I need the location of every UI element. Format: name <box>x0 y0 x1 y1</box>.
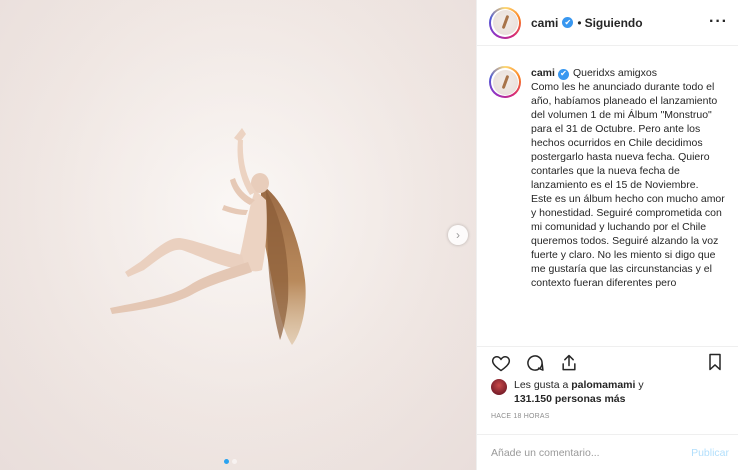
post-side-panel: cami ✔ • Siguiendo ··· cami ✔ Queridxs ami… <box>476 0 738 470</box>
avatar[interactable] <box>489 6 521 39</box>
carousel-dot <box>224 459 229 464</box>
share-icon[interactable] <box>559 353 579 373</box>
floating-figure-illustration <box>0 0 476 470</box>
post-timestamp[interactable]: HACE 18 HORAS <box>491 413 550 420</box>
likes-summary: Les gusta a palomamami y 131.150 persona… <box>491 378 731 406</box>
caption: cami ✔ Queridxs amigxos Como les he anunci… <box>531 66 726 314</box>
verified-badge-icon: ✔ <box>557 68 569 80</box>
post-image[interactable]: › <box>0 0 476 470</box>
more-options-icon[interactable]: ··· <box>709 13 728 31</box>
liker-username[interactable]: palomamami <box>571 379 635 391</box>
caption-avatar[interactable] <box>489 66 521 98</box>
post-header: cami ✔ • Siguiendo ··· <box>477 0 738 46</box>
likes-prefix: Les gusta a <box>514 379 572 391</box>
publish-button[interactable]: Publicar <box>691 447 729 459</box>
caption-username[interactable]: cami <box>531 67 555 79</box>
comment-bar: Publicar <box>477 434 738 470</box>
likes-text: Les gusta a palomamami y 131.150 persona… <box>514 378 644 406</box>
next-image-button[interactable]: › <box>448 225 468 245</box>
carousel-indicator <box>224 459 237 464</box>
action-bar <box>477 346 738 378</box>
following-button[interactable]: Siguiendo <box>585 16 643 30</box>
heart-icon[interactable] <box>491 353 511 373</box>
header-separator: • <box>577 15 582 30</box>
caption-section: cami ✔ Queridxs amigxos Como les he anunci… <box>477 46 738 314</box>
liker-avatar[interactable] <box>491 379 507 395</box>
likes-middle: y <box>635 379 644 391</box>
header-username[interactable]: cami <box>531 16 558 30</box>
comment-icon[interactable] <box>525 353 545 373</box>
likes-count[interactable]: 131.150 personas más <box>514 393 626 405</box>
chevron-right-icon: › <box>456 228 460 242</box>
bookmark-icon[interactable] <box>705 352 725 372</box>
comment-input[interactable] <box>491 446 681 459</box>
carousel-dot <box>232 459 237 464</box>
caption-text: Queridxs amigxos Como les he anunciado d… <box>531 67 725 289</box>
verified-badge-icon: ✔ <box>562 17 574 28</box>
